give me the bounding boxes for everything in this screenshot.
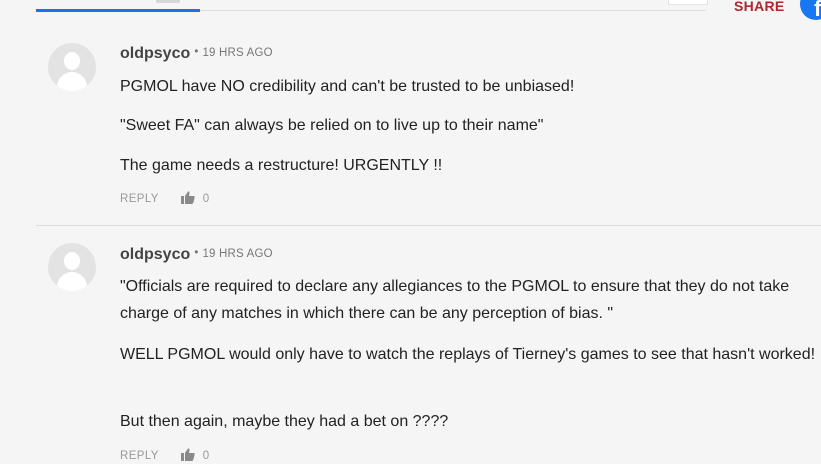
comment-item: oldpsyco • 19 HRS AGO "Officials are requi… <box>36 226 821 462</box>
reply-button[interactable]: REPLY <box>120 450 159 462</box>
avatar-head <box>64 52 80 70</box>
separator-dot: • <box>194 44 199 58</box>
avatar-shoulders <box>57 72 87 91</box>
comment-timestamp: 19 HRS AGO <box>202 248 273 260</box>
sort-dropdown[interactable] <box>668 0 708 5</box>
like-count: 0 <box>202 450 210 462</box>
separator-dot: • <box>194 245 199 259</box>
comment-text: The game needs a restructure! URGENTLY !… <box>120 157 443 174</box>
comment-meta: oldpsyco • 19 HRS AGO <box>120 44 273 63</box>
comment-text: PGMOL have NO credibility and can't be t… <box>120 78 575 95</box>
reply-button[interactable]: REPLY <box>120 193 159 205</box>
share-label[interactable]: SHARE <box>734 0 785 14</box>
comment-text: "Officials are required to declare any a… <box>120 278 790 322</box>
like-count: 0 <box>202 193 210 205</box>
comment-author[interactable]: oldpsyco <box>120 45 190 62</box>
comment-text: "Sweet FA" can always be relied on to li… <box>120 117 544 134</box>
tab-count-badge <box>156 0 180 3</box>
top-bar: SHARE f <box>0 0 821 20</box>
thumbs-up-icon[interactable] <box>181 448 195 461</box>
avatar[interactable] <box>48 243 96 291</box>
comment-author[interactable]: oldpsyco <box>120 246 190 263</box>
comment-text: But then again, maybe they had a bet on … <box>120 413 449 430</box>
comment-text: WELL PGMOL would only have to watch the … <box>120 346 816 363</box>
comment-timestamp: 19 HRS AGO <box>202 47 273 59</box>
avatar-shoulders <box>57 272 87 291</box>
facebook-icon[interactable]: f <box>800 0 821 20</box>
thumbs-up-icon[interactable] <box>181 191 195 204</box>
avatar-head <box>64 252 80 270</box>
active-tab-indicator[interactable] <box>36 9 200 12</box>
comment-meta: oldpsyco • 19 HRS AGO <box>120 245 273 264</box>
comment-actions: REPLY 0 <box>120 189 209 207</box>
avatar[interactable] <box>48 43 96 91</box>
comment-item: oldpsyco • 19 HRS AGO PGMOL have NO credib… <box>36 25 821 226</box>
comment-actions: REPLY 0 <box>120 446 209 464</box>
